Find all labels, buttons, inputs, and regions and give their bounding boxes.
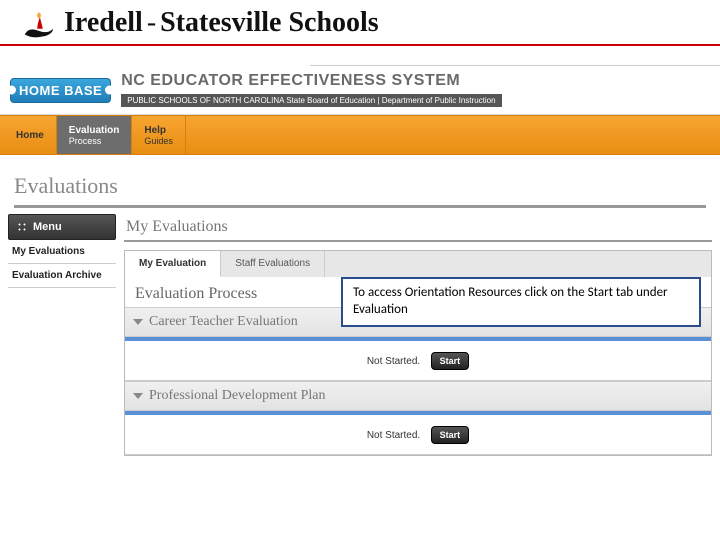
evaluation-item-header[interactable]: Professional Development Plan bbox=[125, 381, 711, 411]
system-name: NC EDUCATOR EFFECTIVENESS SYSTEM bbox=[121, 72, 501, 90]
evaluation-process-title: Evaluation Process bbox=[135, 285, 257, 303]
instruction-callout: To access Orientation Resources click on… bbox=[341, 277, 701, 327]
evaluation-item-title: Career Teacher Evaluation bbox=[149, 314, 298, 330]
inner-tab-strip: My Evaluation Staff Evaluations bbox=[125, 251, 711, 277]
evaluation-item: Professional Development Plan Not Starte… bbox=[125, 381, 711, 455]
expand-triangle-icon bbox=[133, 393, 143, 399]
tab-help-guides[interactable]: Help Guides bbox=[132, 116, 186, 154]
lamp-icon bbox=[20, 4, 58, 42]
start-button[interactable]: Start bbox=[431, 426, 470, 444]
tab-evaluation-process[interactable]: Evaluation Process bbox=[57, 116, 133, 154]
school-district-name: Iredell-Statesville Schools bbox=[64, 7, 379, 39]
tab-home[interactable]: Home bbox=[4, 116, 57, 154]
header-divider bbox=[310, 46, 720, 66]
sidebar-item-my-evaluations[interactable]: My Evaluations bbox=[8, 240, 116, 264]
menu-button[interactable]: Menu bbox=[8, 214, 116, 240]
home-base-logo: HOME BASE bbox=[10, 78, 111, 103]
evaluation-item-title: Professional Development Plan bbox=[149, 388, 326, 404]
inner-tab-staff-evaluations[interactable]: Staff Evaluations bbox=[221, 251, 325, 277]
sidebar-item-evaluation-archive[interactable]: Evaluation Archive bbox=[8, 264, 116, 288]
menu-grid-icon bbox=[17, 222, 27, 232]
page-title: Evaluations bbox=[14, 173, 706, 208]
school-district-header: Iredell-Statesville Schools bbox=[0, 0, 720, 46]
status-text: Not Started. bbox=[367, 430, 420, 441]
system-header: HOME BASE NC EDUCATOR EFFECTIVENESS SYST… bbox=[0, 66, 720, 115]
home-base-badge: HOME BASE bbox=[10, 78, 111, 103]
page-title-row: Evaluations bbox=[0, 155, 720, 214]
evaluation-item-body: Not Started. Start bbox=[125, 415, 711, 455]
inner-tab-my-evaluation[interactable]: My Evaluation bbox=[125, 251, 221, 277]
status-text: Not Started. bbox=[367, 356, 420, 367]
system-subtitle: PUBLIC SCHOOLS OF NORTH CAROLINA State B… bbox=[121, 94, 501, 107]
main-area: My Evaluations My Evaluation Staff Evalu… bbox=[116, 214, 712, 456]
evaluation-process-header: Evaluation Process To access Orientation… bbox=[125, 277, 711, 307]
evaluation-item-body: Not Started. Start bbox=[125, 341, 711, 381]
start-button[interactable]: Start bbox=[431, 352, 470, 370]
expand-triangle-icon bbox=[133, 319, 143, 325]
main-tab-strip: Home Evaluation Process Help Guides bbox=[0, 115, 720, 155]
evaluations-panel: My Evaluation Staff Evaluations Evaluati… bbox=[124, 250, 712, 456]
section-title: My Evaluations bbox=[124, 214, 712, 242]
sidebar: Menu My Evaluations Evaluation Archive bbox=[8, 214, 116, 456]
